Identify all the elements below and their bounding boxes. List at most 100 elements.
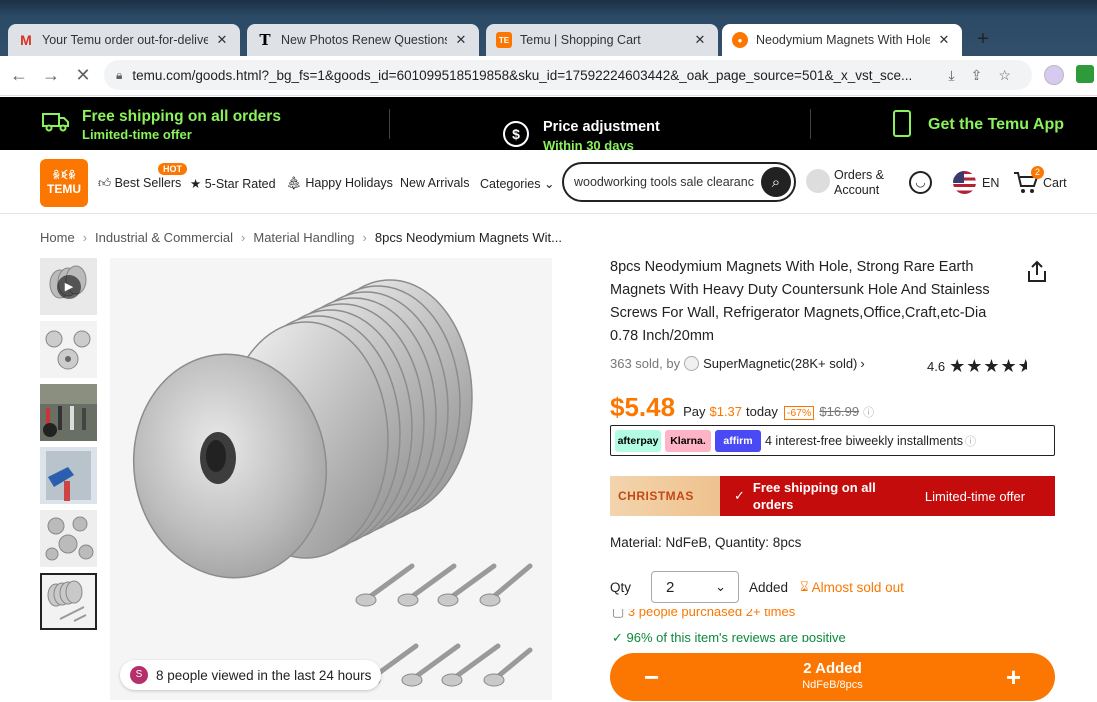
chevron-down-icon: ⌄ [715,579,727,594]
bookmark-star-icon[interactable]: ☆ [998,67,1011,84]
reviews-positive-text: 96% of this item's reviews are positive [626,630,846,642]
seller-link[interactable]: SuperMagnetic(28K+ sold) [703,356,857,371]
installments-box[interactable]: afterpay Klarna. affirm 4 interest-free … [610,425,1055,456]
close-icon[interactable]: ✕ [453,32,469,48]
main-product-image[interactable] [110,258,552,700]
check-icon: ✓ [612,630,623,642]
added-label: Added [749,579,789,595]
pay-label: Pay [683,404,706,419]
chevron-right-icon: › [362,230,367,245]
purchase-stats-line: ▢ 3 people purchased 2+ times [612,609,1057,619]
close-icon[interactable]: ✕ [692,32,708,48]
plus-icon[interactable]: + [1006,662,1021,693]
promo-shipping-title: Free shipping on all orders [82,108,281,125]
qty-label: Qty [610,579,632,595]
temu-logo[interactable]: ꆜꀥꆜ TEMU [40,159,88,207]
viewed-count-pill: S 8 people viewed in the last 24 hours [120,660,382,690]
search-box[interactable]: ⌕ [562,162,796,202]
stop-icon[interactable]: ✕ [70,65,96,86]
url-text[interactable]: temu.com/goods.html?_bg_fs=1&goods_id=60… [132,68,932,83]
nav-label: Happy Holidays [305,176,393,190]
browser-tab-cart[interactable]: TE Temu | Shopping Cart ✕ [486,24,718,56]
play-icon: ▶ [57,275,81,299]
chevron-right-icon: › [82,230,88,245]
hourglass-icon: ⌛︎ [800,579,809,594]
christmas-shipping-banner: CHRISTMAS ✓ Free shipping on all orders … [610,476,1055,516]
limited-offer-text: Limited-time offer [924,488,1026,504]
cart-link[interactable]: Cart [1043,176,1067,190]
installments-text: 4 interest-free biweekly installments [765,433,963,448]
promo-price-sub: Within 30 days [543,138,634,150]
browser-tab-nyt[interactable]: T New Photos Renew Questions A ✕ [247,24,479,56]
share-icon[interactable]: ⇪ [971,67,983,84]
thumbnail-2[interactable] [40,321,97,378]
minus-icon[interactable]: − [644,662,659,693]
search-input[interactable] [574,175,754,189]
add-to-cart-button[interactable]: − 2 Added NdFeB/8pcs + [610,653,1055,701]
discount-badge: -67% [783,406,815,420]
site-header: ꆜꀥꆜ TEMU HOT 👍︎ Best Sellers ★ 5-Star Ra… [0,150,1097,214]
tab-title: Your Temu order out-for-deliver [42,33,208,47]
viewer-avatar: S [130,666,148,684]
breadcrumb: Home › Industrial & Commercial › Material … [40,230,562,245]
afterpay-badge: afterpay [615,429,661,452]
address-bar[interactable]: 🔒︎ temu.com/goods.html?_bg_fs=1&goods_id… [104,60,1032,90]
info-icon[interactable]: ⓘ [863,404,874,420]
thumbs-up-icon: 👍︎ [98,176,112,190]
nav-five-star[interactable]: ★ 5-Star Rated [190,176,276,191]
nav-best-sellers[interactable]: 👍︎ Best Sellers [98,176,181,191]
breadcrumb-home[interactable]: Home [40,230,75,245]
affirm-badge: affirm [715,429,761,452]
promo-price-title: Price adjustment [543,119,660,135]
thumbnail-5[interactable] [40,510,97,567]
support-chat-icon[interactable]: ◡ [909,171,932,194]
get-app-link[interactable]: Get the Temu App [928,116,1064,134]
tab-title: Temu | Shopping Cart [520,33,641,47]
nav-happy-holidays[interactable]: 🎄︎ Happy Holidays [286,176,393,191]
thumbnail-4[interactable] [40,447,97,504]
orders-account-link[interactable]: Orders & Account [834,168,884,198]
tab-title: Neodymium Magnets With Hole [756,33,930,47]
temu-icon: TE [496,32,512,48]
back-icon[interactable]: ← [6,65,32,86]
breadcrumb-material-handling[interactable]: Material Handling [253,230,354,245]
browser-tab-gmail[interactable]: M Your Temu order out-for-deliver ✕ [8,24,240,56]
thumbnail-3[interactable] [40,384,97,441]
nav-label: Best Sellers [114,176,182,190]
share-icon[interactable] [1026,260,1048,284]
search-button[interactable]: ⌕ [761,167,791,197]
people-purchased: 3 people purchased 2+ times [627,609,796,619]
install-icon[interactable]: ⤓ [948,67,954,84]
thumbnail-video[interactable]: ▶ [40,258,97,315]
breadcrumb-current: 8pcs Neodymium Magnets Wit... [374,230,563,245]
language-selector[interactable]: EN [982,176,999,190]
thumbnail-6-selected[interactable] [40,573,97,630]
close-icon[interactable]: ✕ [936,32,952,48]
account-avatar-icon[interactable] [806,169,830,193]
extension-icon[interactable] [1076,65,1094,83]
nav-new-arrivals[interactable]: New Arrivals [400,176,469,190]
cart-added-count: 2 Added [803,660,862,677]
free-shipping-strip: ✓ Free shipping on all orders Limited-ti… [720,476,1055,516]
orders-line1: Orders & [834,168,885,182]
nav-label: 5-Star Rated [204,177,276,191]
today-label: today [746,404,778,419]
qty-select[interactable]: 2 ⌄ [651,571,740,603]
rating[interactable]: 4.6 ★★★★★ [927,356,1027,377]
breadcrumb-industrial[interactable]: Industrial & Commercial [95,230,233,245]
close-icon[interactable]: ✕ [214,32,230,48]
browser-tab-active[interactable]: ● Neodymium Magnets With Hole ✕ [722,24,962,56]
price-row: $5.48 Pay $1.37 today -67% $16.99 ⓘ [610,392,874,423]
chevron-right-icon: › [860,356,865,371]
rating-value: 4.6 [927,359,946,374]
forward-icon[interactable]: → [38,65,64,86]
new-tab-button[interactable]: + [972,28,994,50]
lock-icon: 🔒︎ [116,67,123,82]
gmail-icon: M [20,32,32,48]
nav-categories[interactable]: Categories ⌄ [480,176,554,191]
profile-avatar[interactable] [1044,65,1064,85]
us-flag-icon[interactable] [953,171,976,194]
chevron-down-icon: ⌄ [543,177,555,191]
info-icon[interactable]: ⓘ [965,433,976,449]
nyt-icon: T [259,31,271,49]
